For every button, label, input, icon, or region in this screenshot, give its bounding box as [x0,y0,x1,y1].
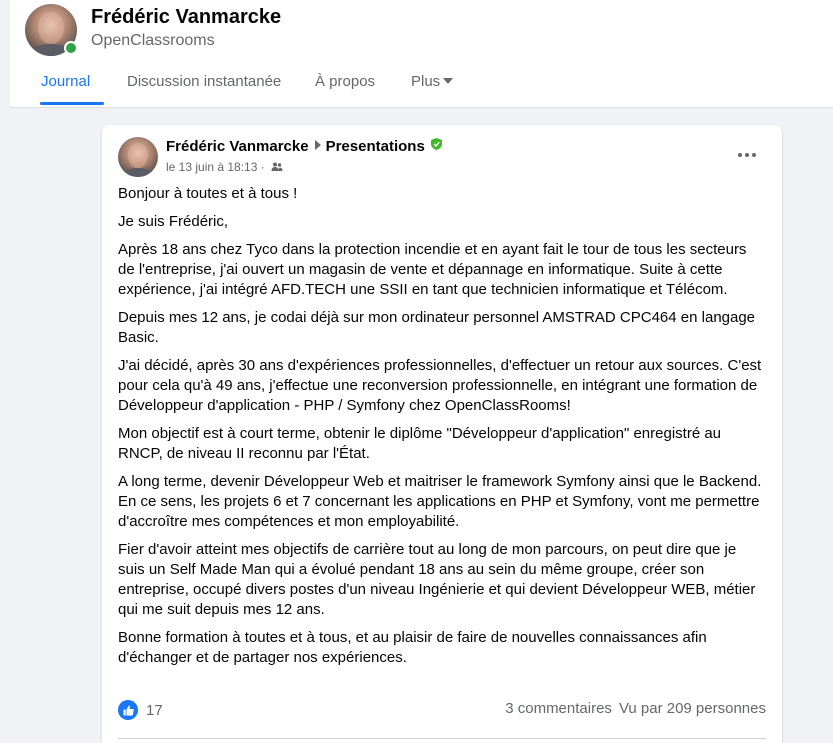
dot [738,153,742,157]
post-author-line: Frédéric Vanmarcke Presentations [166,138,442,155]
post-author-avatar[interactable] [118,137,158,177]
profile-group-name[interactable]: OpenClassrooms [91,32,215,50]
tab-about-label: À propos [315,73,376,90]
tab-more-label: Plus [411,73,441,90]
post-timestamp[interactable]: le 13 juin à 18:13 [166,160,257,174]
like-icon [118,700,138,720]
dot [752,153,756,157]
post-destination[interactable]: Presentations [326,138,425,155]
tab-discussion[interactable]: Discussion instantanée [127,62,281,106]
profile-name[interactable]: Frédéric Vanmarcke [91,6,281,29]
tab-more[interactable]: Plus [411,62,454,106]
arrow-right-icon [314,140,321,150]
profile-tabs: Journal Discussion instantanée À propos … [10,62,833,108]
online-status-icon [64,41,78,55]
tab-about[interactable]: À propos [315,62,375,106]
post-body: Bonjour à toutes et à tous ! Je suis Fré… [118,184,764,676]
post-paragraph: J'ai décidé, après 30 ans d'expériences … [118,357,762,414]
post-paragraph: Fier d'avoir atteint mes objectifs de ca… [118,541,756,618]
active-tab-indicator [40,102,104,105]
reaction-count: 17 [146,701,163,719]
post-card: Frédéric Vanmarcke Presentations le 13 ju… [102,125,782,743]
comments-count[interactable]: 3 commentaires [505,700,612,717]
post-paragraph: Bonne formation à toutes et à tous, et a… [118,629,707,666]
post-paragraph: Depuis mes 12 ans, je codai déjà sur mon… [118,309,756,346]
thumbs-up-icon [122,705,134,716]
group-audience-icon[interactable] [271,161,283,173]
tab-journal[interactable]: Journal [40,62,104,106]
admin-shield-icon [430,138,442,150]
post-divider [118,738,766,739]
post-paragraph: Après 18 ans chez Tyco dans la protectio… [118,241,747,298]
avatar-shirt [121,168,155,177]
avatar-face [38,12,64,44]
post-paragraph: Mon objectif est à court terme, obtenir … [118,425,722,462]
post-author-name[interactable]: Frédéric Vanmarcke [166,138,309,155]
meta-separator: · [260,160,265,174]
profile-header: Frédéric Vanmarcke OpenClassrooms Journa… [10,0,833,108]
tab-journal-label: Journal [41,73,91,90]
post-stats: 3 commentaires Vu par 209 personnes [498,700,766,717]
post-meta: le 13 juin à 18:13 · [166,160,283,174]
post-paragraph: Je suis Frédéric, [118,213,229,230]
avatar-face [128,143,148,168]
dot [745,153,749,157]
post-paragraph: A long terme, devenir Développeur Web et… [118,473,762,530]
reactions-summary[interactable]: 17 [118,699,163,721]
caret-down-icon [443,78,454,84]
views-count[interactable]: Vu par 209 personnes [619,700,766,717]
tab-discussion-label: Discussion instantanée [127,73,282,90]
post-more-icon[interactable] [732,145,762,165]
post-paragraph: Bonjour à toutes et à tous ! [118,185,298,202]
